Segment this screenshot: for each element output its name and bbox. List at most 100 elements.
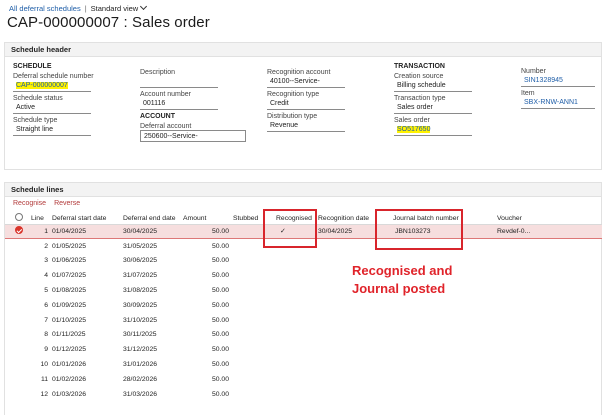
cell-recognised[interactable] <box>266 342 316 357</box>
cell-stubbed[interactable] <box>231 357 266 372</box>
cell-stubbed[interactable] <box>231 254 266 269</box>
cell-recognition-date[interactable] <box>316 239 383 254</box>
col-voucher[interactable]: Voucher <box>495 213 602 225</box>
cell-recognised[interactable] <box>266 268 316 283</box>
cell-end-date[interactable]: 30/09/2025 <box>121 298 181 313</box>
schedule-header-title[interactable]: Schedule header <box>5 43 601 57</box>
col-line[interactable]: Line <box>29 213 50 225</box>
cell-recognition-date[interactable] <box>316 372 383 387</box>
col-recognition-date[interactable]: Recognition date <box>316 213 383 225</box>
select-all-radio[interactable] <box>15 213 23 222</box>
cell-amount[interactable]: 50.00 <box>181 268 231 283</box>
cell-start-date[interactable]: 01/10/2025 <box>50 313 121 328</box>
deferral-account-field[interactable]: 250600--Service- <box>140 130 246 142</box>
cell-journal-batch[interactable] <box>383 357 495 372</box>
row-select-cell[interactable] <box>5 372 29 387</box>
cell-journal-batch[interactable] <box>383 372 495 387</box>
cell-recognition-date[interactable] <box>316 357 383 372</box>
cell-journal-batch[interactable] <box>383 239 495 254</box>
cell-stubbed[interactable] <box>231 313 266 328</box>
schedule-status-field[interactable]: Active <box>13 102 91 114</box>
cell-end-date[interactable]: 31/05/2025 <box>121 239 181 254</box>
cell-journal-batch[interactable] <box>383 387 495 402</box>
sales-order-value[interactable]: SO517650 <box>397 126 431 133</box>
deferral-number-field[interactable]: CAP-000000007 <box>13 80 91 92</box>
cell-amount[interactable]: 50.00 <box>181 387 231 402</box>
cell-line[interactable]: 6 <box>29 298 50 313</box>
cell-amount[interactable]: 50.00 <box>181 328 231 343</box>
cell-stubbed[interactable] <box>231 268 266 283</box>
row-select-cell[interactable] <box>5 254 29 269</box>
cell-end-date[interactable]: 31/10/2025 <box>121 313 181 328</box>
cell-recognised[interactable] <box>266 387 316 402</box>
cell-line[interactable]: 7 <box>29 313 50 328</box>
transaction-type-field[interactable]: Sales order <box>394 102 472 114</box>
cell-amount[interactable]: 50.00 <box>181 298 231 313</box>
table-row[interactable]: 8 01/11/2025 30/11/2025 50.00 <box>5 328 602 343</box>
cell-stubbed[interactable] <box>231 239 266 254</box>
cell-recognised[interactable] <box>266 254 316 269</box>
breadcrumb-link[interactable]: All deferral schedules <box>9 4 81 13</box>
cell-voucher[interactable] <box>495 298 602 313</box>
cell-end-date[interactable]: 31/03/2026 <box>121 387 181 402</box>
cell-line[interactable]: 4 <box>29 268 50 283</box>
cell-start-date[interactable]: 01/05/2025 <box>50 239 121 254</box>
cell-recognition-date[interactable]: 30/04/2025 <box>316 223 383 240</box>
cell-voucher[interactable] <box>495 313 602 328</box>
cell-amount[interactable]: 50.00 <box>181 372 231 387</box>
cell-recognised[interactable] <box>266 239 316 254</box>
row-select-cell[interactable] <box>5 387 29 402</box>
row-select-cell[interactable] <box>5 268 29 283</box>
cell-voucher[interactable]: Revdef-0... <box>495 223 602 240</box>
cell-line[interactable]: 5 <box>29 283 50 298</box>
cell-recognised[interactable]: ✓ <box>266 223 316 240</box>
cell-start-date[interactable]: 01/03/2026 <box>50 387 121 402</box>
cell-amount[interactable]: 50.00 <box>181 313 231 328</box>
cell-line[interactable]: 10 <box>29 357 50 372</box>
row-select-cell[interactable] <box>5 239 29 254</box>
cell-start-date[interactable]: 01/11/2025 <box>50 328 121 343</box>
cell-start-date[interactable]: 01/04/2025 <box>50 223 121 240</box>
table-row[interactable]: 9 01/12/2025 31/12/2025 50.00 <box>5 342 602 357</box>
table-row[interactable]: 4 01/07/2025 31/07/2025 50.00 <box>5 268 602 283</box>
cell-journal-batch[interactable]: JBN103273 <box>383 223 495 240</box>
cell-journal-batch[interactable] <box>383 313 495 328</box>
cell-amount[interactable]: 50.00 <box>181 342 231 357</box>
col-journal-batch[interactable]: Journal batch number <box>383 213 495 225</box>
cell-amount[interactable]: 50.00 <box>181 223 231 240</box>
table-row[interactable]: 2 01/05/2025 31/05/2025 50.00 <box>5 239 602 254</box>
cell-recognition-date[interactable] <box>316 328 383 343</box>
cell-amount[interactable]: 50.00 <box>181 283 231 298</box>
cell-end-date[interactable]: 30/11/2025 <box>121 328 181 343</box>
row-select-cell[interactable] <box>5 313 29 328</box>
cell-journal-batch[interactable] <box>383 298 495 313</box>
cell-voucher[interactable] <box>495 357 602 372</box>
row-select-cell[interactable] <box>5 223 29 240</box>
table-row[interactable]: 1 01/04/2025 30/04/2025 50.00 ✓ 30/04/2025 JBN… <box>5 223 602 240</box>
cell-start-date[interactable]: 01/09/2025 <box>50 298 121 313</box>
cell-recognition-date[interactable] <box>316 387 383 402</box>
cell-line[interactable]: 1 <box>29 223 50 240</box>
recognition-type-field[interactable]: Credit <box>267 98 345 110</box>
cell-stubbed[interactable] <box>231 298 266 313</box>
row-select-cell[interactable] <box>5 328 29 343</box>
select-all-cell[interactable] <box>5 213 29 225</box>
cell-journal-batch[interactable] <box>383 342 495 357</box>
table-row[interactable]: 6 01/09/2025 30/09/2025 50.00 <box>5 298 602 313</box>
row-select-cell[interactable] <box>5 342 29 357</box>
cell-start-date[interactable]: 01/12/2025 <box>50 342 121 357</box>
description-field[interactable] <box>140 76 218 88</box>
cell-end-date[interactable]: 30/04/2025 <box>121 223 181 240</box>
cell-recognised[interactable] <box>266 372 316 387</box>
cell-start-date[interactable]: 01/01/2026 <box>50 357 121 372</box>
cell-stubbed[interactable] <box>231 372 266 387</box>
cell-end-date[interactable]: 28/02/2026 <box>121 372 181 387</box>
cell-stubbed[interactable] <box>231 223 266 240</box>
table-row[interactable]: 7 01/10/2025 31/10/2025 50.00 <box>5 313 602 328</box>
cell-line[interactable]: 12 <box>29 387 50 402</box>
cell-amount[interactable]: 50.00 <box>181 254 231 269</box>
sales-order-field[interactable]: SO517650 <box>394 124 472 136</box>
col-recognised[interactable]: Recognised <box>266 213 316 225</box>
schedule-lines-title[interactable]: Schedule lines <box>5 183 601 197</box>
item-field[interactable]: SBX-RNW-ANN1 <box>521 97 595 109</box>
